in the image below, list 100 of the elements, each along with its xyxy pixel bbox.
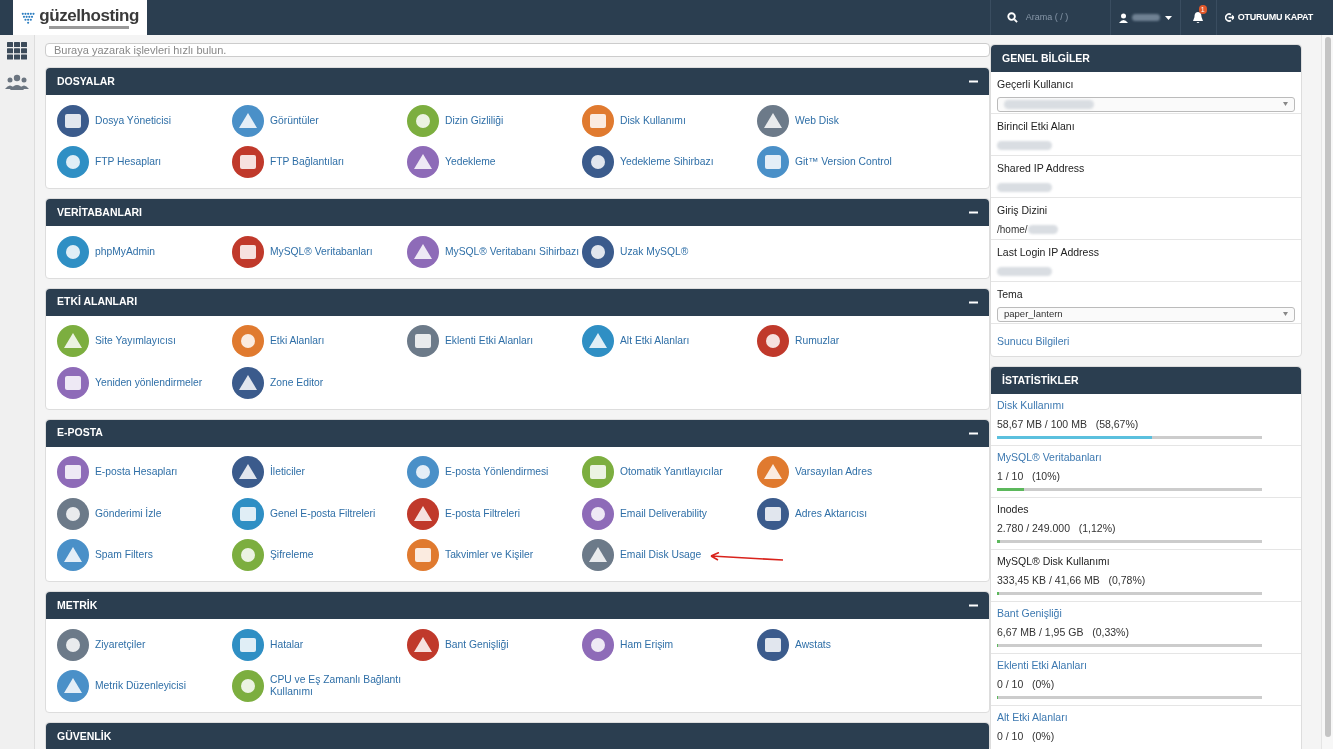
feature-link[interactable]: Varsayılan Adres (795, 466, 873, 479)
feature-link[interactable]: FTP Hesapları (95, 156, 162, 169)
blurred-text (997, 183, 1052, 193)
panel-title: İSTATİSTİKLER (1002, 372, 1079, 388)
info-label: Shared IP Address (997, 161, 1086, 176)
feature-link[interactable]: MySQL® Veritabanları (270, 245, 373, 258)
feature-link[interactable]: Ham Erişim (620, 638, 674, 651)
feature-link[interactable]: Alt Etki Alanları (620, 335, 690, 348)
section-header[interactable]: DOSYALAR (46, 68, 989, 95)
bell-icon (1192, 11, 1205, 24)
section-header[interactable]: METRİK (46, 592, 989, 619)
feature-link[interactable]: Rumuzlar (795, 335, 840, 348)
users-icon[interactable] (5, 74, 29, 90)
feature-link[interactable]: Eklenti Etki Alanları (445, 335, 534, 348)
server-info-link[interactable]: Sunucu Bilgileri (997, 335, 1070, 347)
app-icon (756, 324, 790, 359)
grid-icon[interactable] (7, 42, 27, 60)
feature-link[interactable]: MySQL® Veritabanı Sihirbazı (445, 245, 580, 258)
app-icon (406, 234, 440, 269)
feature-link[interactable]: Site Yayımlayıcısı (95, 335, 176, 348)
feature-link[interactable]: Otomatik Yanıtlayıcılar (620, 466, 723, 479)
stat-link[interactable]: MySQL® Veritabanları (997, 450, 1295, 466)
app-icon (581, 627, 615, 662)
app-icon (231, 103, 265, 138)
stat-link[interactable]: Disk Kullanımı (997, 398, 1295, 414)
feature-link[interactable]: Gönderimi İzle (95, 507, 162, 520)
feature-link[interactable]: Zone Editor (270, 376, 324, 389)
section-title: GÜVENLİK (57, 728, 112, 744)
select-field[interactable]: paper_lantern (997, 306, 1295, 322)
app-icon (756, 496, 790, 531)
app-icon (756, 627, 790, 662)
logo[interactable]: güzelhosting (13, 0, 147, 35)
logout-icon (1224, 13, 1234, 22)
feature-link[interactable]: Görüntüler (270, 114, 319, 127)
search-field[interactable]: Arama ( / ) (990, 0, 1111, 35)
feature-link[interactable]: E-posta Hesapları (95, 466, 178, 479)
feature-link[interactable]: Ziyaretçiler (95, 638, 146, 651)
feature-link[interactable]: Dizin Gizliliği (445, 114, 504, 127)
feature-link[interactable]: Git™ Version Control (795, 156, 892, 169)
blurred-text (1027, 225, 1058, 235)
info-label: Birincil Etki Alanı (997, 119, 1076, 134)
logo-text: güzelhosting (39, 6, 139, 24)
feature-link[interactable]: Adres Aktarıcısı (795, 507, 868, 520)
stat-link[interactable]: Eklenti Etki Alanları (997, 658, 1295, 674)
app-icon (231, 145, 265, 180)
quick-find-field[interactable]: Buraya yazarak işlevleri hızlı bulun. (45, 43, 990, 57)
app-icon (56, 324, 90, 359)
section-header[interactable]: E-POSTA (46, 419, 989, 447)
feature-link[interactable]: E-posta Filtreleri (445, 507, 520, 520)
feature-link[interactable]: Genel E-posta Filtreleri (270, 507, 376, 520)
stat-link[interactable]: Bant Genişliği (997, 606, 1295, 622)
app-icon (406, 627, 440, 662)
app-icon (231, 234, 265, 269)
section-header[interactable]: GÜVENLİK (46, 723, 989, 749)
app-icon (56, 234, 90, 269)
blurred-text (1131, 14, 1160, 21)
feature-link[interactable]: Şifreleme (270, 549, 314, 562)
search-placeholder: Arama ( / ) (1025, 10, 1069, 24)
caret-icon (1164, 15, 1172, 20)
app-icon (581, 496, 615, 531)
app-icon (56, 496, 90, 531)
feature-link[interactable]: Yeniden yönlendirmeler (95, 376, 203, 389)
caret-icon (1283, 102, 1288, 107)
section-title: E-POSTA (57, 425, 103, 441)
stat-value: 1 / 10 (10%) (997, 468, 1062, 484)
app-icon (581, 455, 615, 490)
info-label: Tema (997, 287, 1024, 302)
feature-link[interactable]: Web Disk (795, 114, 839, 127)
feature-link[interactable]: Hatalar (270, 638, 304, 651)
info-label: Geçerli Kullanıcı (997, 77, 1075, 92)
app-icon (231, 669, 265, 704)
app-icon (406, 145, 440, 180)
feature-link[interactable]: Bant Genişliği (445, 638, 509, 651)
feature-link[interactable]: phpMyAdmin (95, 245, 156, 258)
feature-link[interactable]: FTP Bağlantıları (270, 156, 345, 169)
feature-link[interactable]: Etki Alanları (270, 335, 325, 348)
app-icon (231, 455, 265, 490)
feature-link[interactable]: İleticiler (270, 466, 305, 479)
feature-link[interactable]: Takvimler ve Kişiler (445, 549, 534, 562)
section-header[interactable]: VERİTABANLARI (46, 199, 989, 226)
feature-link[interactable]: Yedekleme Sihirbazı (620, 156, 714, 169)
user-icon (1118, 12, 1128, 23)
feature-link[interactable]: Yedekleme (445, 156, 496, 169)
panel-title: GENEL BİLGİLER (1002, 50, 1090, 66)
feature-link[interactable]: Metrik Düzenleyicisi (95, 680, 186, 693)
logout-button[interactable]: OTURUMU KAPAT (1216, 0, 1333, 35)
section-header[interactable]: ETKİ ALANLARI (46, 288, 989, 316)
app-icon (231, 324, 265, 359)
feature-link[interactable]: Uzak MySQL® (620, 245, 689, 258)
select-field[interactable] (997, 96, 1295, 112)
feature-link[interactable]: Dosya Yöneticisi (95, 114, 171, 127)
feature-link[interactable]: CPU ve Eş Zamanlı Bağlantı Kullanımı (270, 674, 406, 699)
feature-link[interactable]: Disk Kullanımı (620, 114, 686, 127)
feature-link[interactable]: Awstats (795, 638, 831, 651)
stat-value: 58,67 MB / 100 MB (58,67%) (997, 416, 1140, 432)
stat-link[interactable]: Alt Etki Alanları (997, 710, 1295, 726)
feature-link[interactable]: E-posta Yönlendirmesi (445, 466, 549, 479)
feature-link[interactable]: Email Disk Usage (620, 549, 702, 562)
feature-link[interactable]: Spam Filters (95, 549, 153, 562)
feature-link[interactable]: Email Deliverability (620, 507, 707, 520)
